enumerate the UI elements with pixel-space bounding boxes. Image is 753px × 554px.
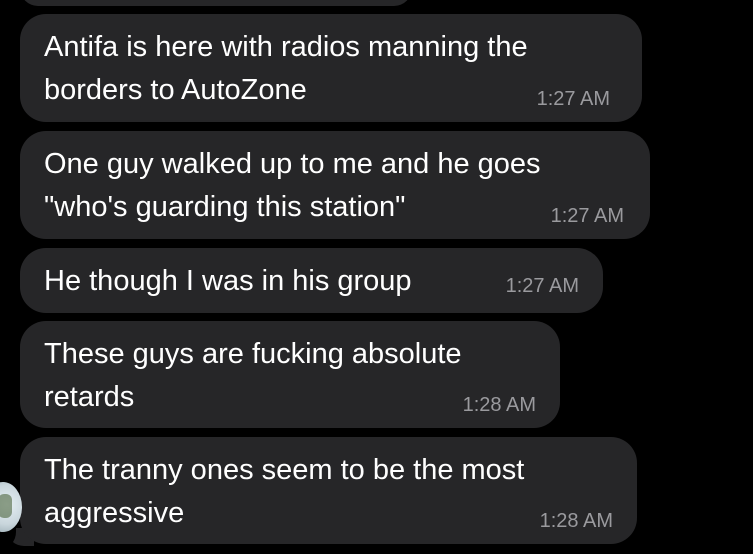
message-bubble[interactable]: Antifa is here with radios manning the b… — [20, 14, 642, 122]
message-text: He though I was in his group — [44, 265, 412, 297]
message-timestamp: 1:27 AM — [505, 275, 579, 297]
message-timestamp: 1:27 AM — [536, 88, 610, 110]
previous-message-bubble[interactable] — [20, 0, 412, 6]
message-timestamp: 1:28 AM — [462, 394, 536, 416]
message-timestamp: 1:27 AM — [550, 205, 624, 227]
message-bubble[interactable]: He though I was in his group 1:27 AM — [20, 248, 603, 313]
chat-thread: Antifa is here with radios manning the b… — [0, 0, 753, 554]
message-text: The tranny ones seem to be the most aggr… — [44, 454, 525, 529]
message-timestamp: 1:28 AM — [539, 510, 613, 532]
message-bubble[interactable]: One guy walked up to me and he goes "who… — [20, 131, 650, 239]
message-text: One guy walked up to me and he goes "who… — [44, 148, 541, 223]
message-text: Antifa is here with radios manning the b… — [44, 31, 528, 106]
sender-avatar[interactable] — [0, 482, 22, 532]
avatar-image — [0, 494, 12, 518]
message-bubble[interactable]: The tranny ones seem to be the most aggr… — [20, 437, 637, 544]
message-bubble[interactable]: These guys are fucking absolute retards … — [20, 321, 560, 428]
